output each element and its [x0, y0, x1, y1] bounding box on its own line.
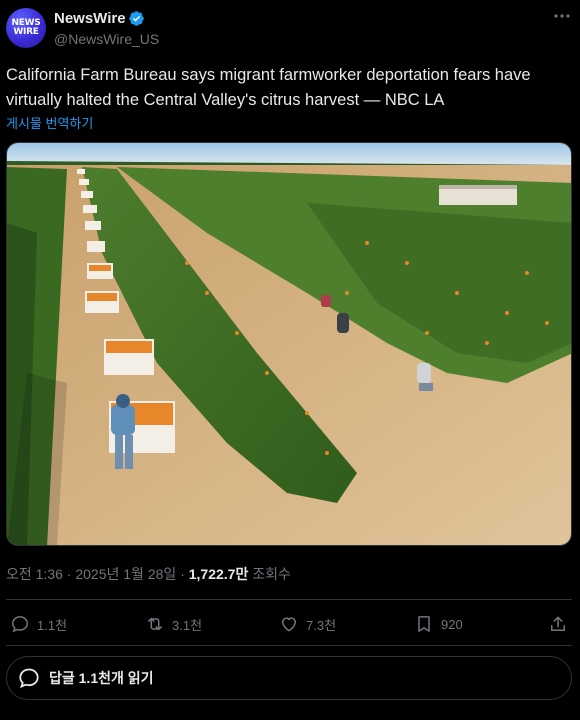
tweet-header: NEWS WIRE NewsWire @NewsWire_US — [0, 0, 580, 60]
like-count: 7.3천 — [306, 617, 337, 633]
tweet-time[interactable]: 오전 1:36 — [6, 566, 63, 582]
tweet-meta: 오전 1:36 · 2025년 1월 28일 · 1,722.7만 조회수 — [6, 566, 291, 582]
read-replies-button[interactable]: 답글 1.1천개 읽기 — [6, 656, 572, 700]
views-label: 조회수 — [252, 566, 291, 582]
retweet-icon — [148, 617, 162, 631]
views-count: 1,722.7만 — [188, 566, 249, 582]
tweet-image[interactable] — [6, 142, 572, 546]
speech-bubble-icon — [19, 668, 39, 689]
bookmark-button[interactable]: 920 — [414, 612, 463, 636]
tweet-date[interactable]: 2025년 1월 28일 — [75, 566, 176, 582]
reply-button[interactable]: 1.1천 — [10, 612, 67, 636]
bookmark-count: 920 — [441, 616, 463, 632]
more-icon[interactable] — [552, 6, 572, 26]
bookmark-icon — [418, 616, 430, 632]
handle[interactable]: @NewsWire_US — [54, 31, 159, 47]
avatar-text-line2: WIRE — [13, 27, 39, 37]
reply-count: 1.1천 — [37, 617, 68, 633]
divider — [6, 599, 572, 600]
retweet-button[interactable]: 3.1천 — [145, 612, 202, 636]
translate-link[interactable]: 게시물 번역하기 — [6, 113, 93, 132]
tweet-text: California Farm Bureau says migrant farm… — [6, 66, 531, 109]
avatar[interactable]: NEWS WIRE — [6, 8, 46, 48]
share-icon — [551, 616, 565, 631]
display-name[interactable]: NewsWire — [54, 10, 126, 27]
reply-icon — [11, 616, 29, 633]
read-replies-label: 답글 1.1천개 읽기 — [49, 670, 154, 686]
divider — [6, 645, 572, 646]
like-button[interactable]: 7.3천 — [279, 612, 336, 636]
orchard-photo — [7, 143, 571, 545]
retweet-count: 3.1천 — [172, 617, 203, 633]
verified-badge-icon — [129, 11, 144, 26]
share-button[interactable] — [548, 612, 568, 636]
like-icon — [281, 617, 297, 632]
